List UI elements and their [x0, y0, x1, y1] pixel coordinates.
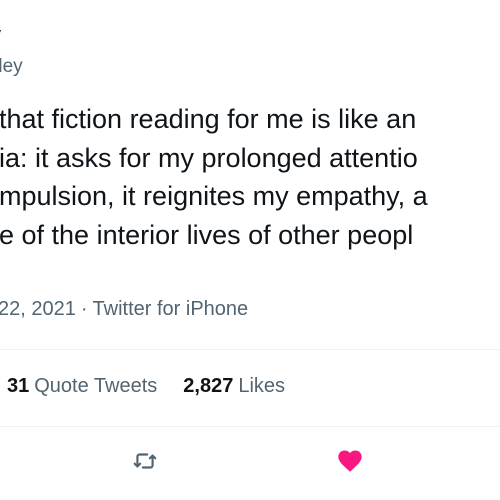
tweet-meta: 22, 2021 · Twitter for iPhone	[0, 298, 248, 321]
quote-tweets-label: Quote Tweets	[34, 375, 158, 397]
meta-separator: ·	[80, 298, 88, 320]
tweet-body-line: that fiction reading for me is like an	[0, 104, 417, 134]
like-button[interactable]	[335, 446, 365, 476]
tweet-date[interactable]: 22, 2021	[0, 298, 76, 320]
tweet-body: that fiction reading for me is like an i…	[0, 100, 428, 254]
quote-tweets-stat[interactable]: 31 Quote Tweets	[7, 375, 157, 397]
likes-stat[interactable]: 2,827 Likes	[183, 375, 285, 397]
author-display-name[interactable]: y	[0, 24, 1, 47]
tweet-body-line: mpulsion, it reignites my empathy, a	[0, 181, 428, 211]
tweet-body-line: ia: it asks for my prolonged attentio	[0, 142, 418, 173]
tweet-detail: y dey that fiction reading for me is lik…	[0, 0, 500, 500]
likes-label: Likes	[238, 375, 286, 397]
retweet-icon	[133, 453, 157, 469]
divider	[0, 349, 500, 350]
engagement-stats: 31 Quote Tweets 2,827 Likes	[7, 375, 311, 398]
tweet-source[interactable]: Twitter for iPhone	[93, 298, 249, 320]
heart-icon	[338, 450, 362, 472]
likes-count: 2,827	[183, 375, 234, 397]
tweet-body-line: e of the interior lives of other peopl	[0, 219, 414, 250]
quote-tweets-count: 31	[7, 375, 30, 397]
divider	[0, 426, 500, 427]
author-handle[interactable]: dey	[0, 56, 23, 78]
retweet-button[interactable]	[130, 446, 160, 476]
